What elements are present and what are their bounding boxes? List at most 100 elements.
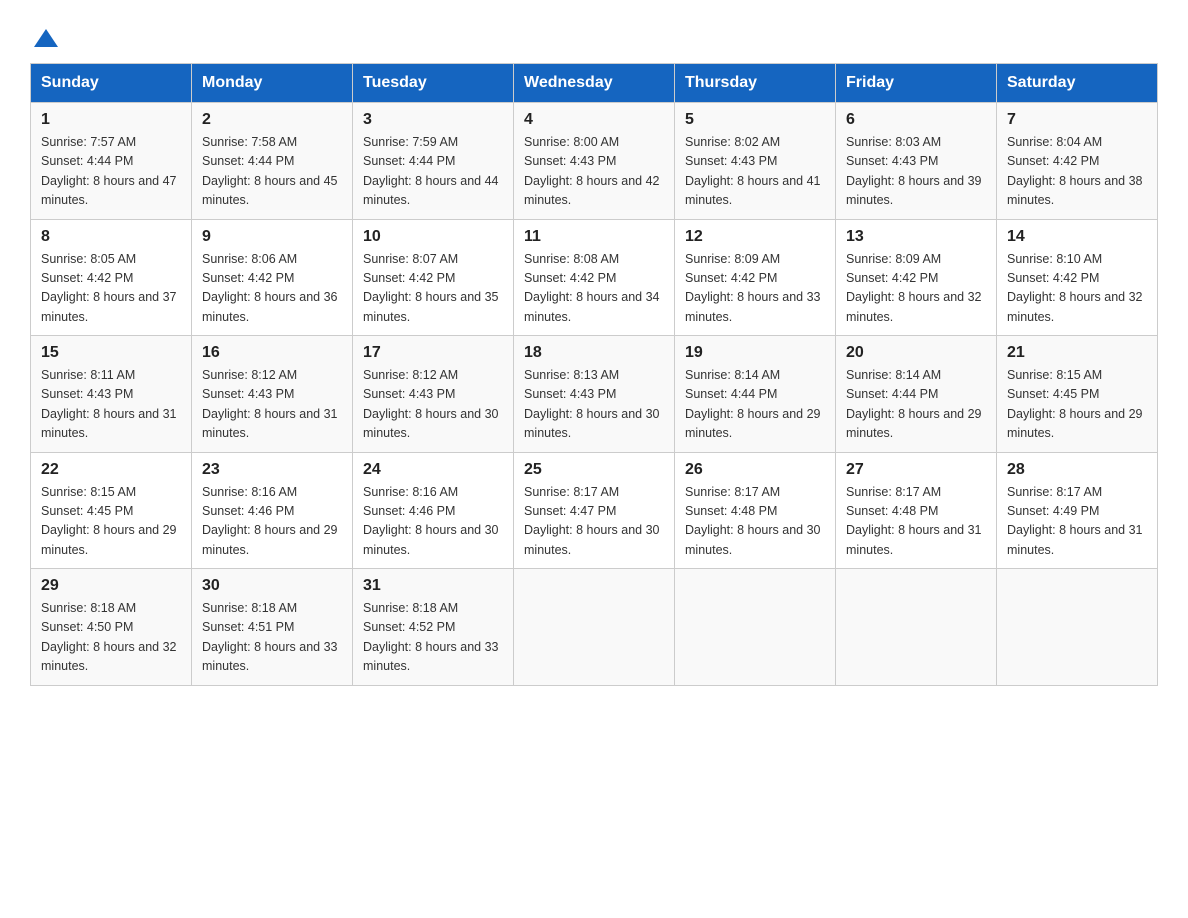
table-row: 22Sunrise: 8:15 AMSunset: 4:45 PMDayligh… bbox=[31, 452, 192, 569]
table-row: 10 Sunrise: 8:07 AMSunset: 4:42 PMDayligh… bbox=[353, 219, 514, 336]
table-row: 31 Sunrise: 8:18 AMSunset: 4:52 PMDayligh… bbox=[353, 569, 514, 686]
day-sun-info: Sunrise: 8:09 AMSunset: 4:42 PMDaylight:… bbox=[846, 250, 986, 328]
calendar-week-row: 15 Sunrise: 8:11 AMSunset: 4:43 PMDayligh… bbox=[31, 336, 1158, 453]
table-row: 24 Sunrise: 8:16 AMSunset: 4:46 PMDayligh… bbox=[353, 452, 514, 569]
logo-triangle-icon bbox=[32, 25, 60, 53]
calendar-week-row: 1 Sunrise: 7:57 AMSunset: 4:44 PMDaylight… bbox=[31, 103, 1158, 220]
day-sun-info: Sunrise: 8:09 AMSunset: 4:42 PMDaylight:… bbox=[685, 250, 825, 328]
day-number: 20 bbox=[846, 344, 986, 362]
table-row: 16 Sunrise: 8:12 AMSunset: 4:43 PMDayligh… bbox=[192, 336, 353, 453]
day-sun-info: Sunrise: 8:15 AMSunset: 4:45 PMDaylight:… bbox=[41, 483, 181, 561]
day-number: 29 bbox=[41, 577, 181, 595]
table-row: 13Sunrise: 8:09 AMSunset: 4:42 PMDayligh… bbox=[836, 219, 997, 336]
table-row: 12 Sunrise: 8:09 AMSunset: 4:42 PMDayligh… bbox=[675, 219, 836, 336]
calendar-week-row: 29 Sunrise: 8:18 AMSunset: 4:50 PMDayligh… bbox=[31, 569, 1158, 686]
table-row: 18 Sunrise: 8:13 AMSunset: 4:43 PMDayligh… bbox=[514, 336, 675, 453]
table-row: 5Sunrise: 8:02 AMSunset: 4:43 PMDaylight… bbox=[675, 103, 836, 220]
table-row bbox=[675, 569, 836, 686]
table-row: 29 Sunrise: 8:18 AMSunset: 4:50 PMDayligh… bbox=[31, 569, 192, 686]
table-row: 25 Sunrise: 8:17 AMSunset: 4:47 PMDayligh… bbox=[514, 452, 675, 569]
day-number: 30 bbox=[202, 577, 342, 595]
table-row bbox=[836, 569, 997, 686]
table-row: 28 Sunrise: 8:17 AMSunset: 4:49 PMDayligh… bbox=[997, 452, 1158, 569]
day-number: 8 bbox=[41, 228, 181, 246]
day-number: 24 bbox=[363, 461, 503, 479]
day-number: 5 bbox=[685, 111, 825, 129]
table-row: 8 Sunrise: 8:05 AMSunset: 4:42 PMDaylight… bbox=[31, 219, 192, 336]
day-number: 7 bbox=[1007, 111, 1147, 129]
day-number: 12 bbox=[685, 228, 825, 246]
calendar-week-row: 22Sunrise: 8:15 AMSunset: 4:45 PMDayligh… bbox=[31, 452, 1158, 569]
day-number: 4 bbox=[524, 111, 664, 129]
day-sun-info: Sunrise: 8:18 AMSunset: 4:52 PMDaylight:… bbox=[363, 599, 503, 677]
day-sun-info: Sunrise: 8:16 AMSunset: 4:46 PMDaylight:… bbox=[363, 483, 503, 561]
day-sun-info: Sunrise: 8:17 AMSunset: 4:48 PMDaylight:… bbox=[685, 483, 825, 561]
day-sun-info: Sunrise: 8:00 AMSunset: 4:43 PMDaylight:… bbox=[524, 133, 664, 211]
day-sun-info: Sunrise: 8:17 AMSunset: 4:48 PMDaylight:… bbox=[846, 483, 986, 561]
day-sun-info: Sunrise: 8:12 AMSunset: 4:43 PMDaylight:… bbox=[363, 366, 503, 444]
day-sun-info: Sunrise: 8:17 AMSunset: 4:47 PMDaylight:… bbox=[524, 483, 664, 561]
day-sun-info: Sunrise: 8:05 AMSunset: 4:42 PMDaylight:… bbox=[41, 250, 181, 328]
day-sun-info: Sunrise: 8:08 AMSunset: 4:42 PMDaylight:… bbox=[524, 250, 664, 328]
day-sun-info: Sunrise: 8:15 AMSunset: 4:45 PMDaylight:… bbox=[1007, 366, 1147, 444]
day-sun-info: Sunrise: 8:07 AMSunset: 4:42 PMDaylight:… bbox=[363, 250, 503, 328]
table-row: 14 Sunrise: 8:10 AMSunset: 4:42 PMDayligh… bbox=[997, 219, 1158, 336]
day-number: 1 bbox=[41, 111, 181, 129]
table-row bbox=[514, 569, 675, 686]
day-number: 15 bbox=[41, 344, 181, 362]
calendar-week-row: 8 Sunrise: 8:05 AMSunset: 4:42 PMDaylight… bbox=[31, 219, 1158, 336]
table-row: 17 Sunrise: 8:12 AMSunset: 4:43 PMDayligh… bbox=[353, 336, 514, 453]
weekday-header-row: Sunday Monday Tuesday Wednesday Thursday… bbox=[31, 64, 1158, 103]
header-thursday: Thursday bbox=[675, 64, 836, 103]
day-number: 23 bbox=[202, 461, 342, 479]
header-sunday: Sunday bbox=[31, 64, 192, 103]
day-number: 26 bbox=[685, 461, 825, 479]
day-sun-info: Sunrise: 8:04 AMSunset: 4:42 PMDaylight:… bbox=[1007, 133, 1147, 211]
day-sun-info: Sunrise: 8:13 AMSunset: 4:43 PMDaylight:… bbox=[524, 366, 664, 444]
day-sun-info: Sunrise: 8:10 AMSunset: 4:42 PMDaylight:… bbox=[1007, 250, 1147, 328]
day-sun-info: Sunrise: 7:57 AMSunset: 4:44 PMDaylight:… bbox=[41, 133, 181, 211]
day-sun-info: Sunrise: 8:03 AMSunset: 4:43 PMDaylight:… bbox=[846, 133, 986, 211]
day-number: 16 bbox=[202, 344, 342, 362]
day-sun-info: Sunrise: 8:14 AMSunset: 4:44 PMDaylight:… bbox=[846, 366, 986, 444]
table-row: 23 Sunrise: 8:16 AMSunset: 4:46 PMDayligh… bbox=[192, 452, 353, 569]
table-row: 21Sunrise: 8:15 AMSunset: 4:45 PMDayligh… bbox=[997, 336, 1158, 453]
day-number: 17 bbox=[363, 344, 503, 362]
day-sun-info: Sunrise: 8:12 AMSunset: 4:43 PMDaylight:… bbox=[202, 366, 342, 444]
day-sun-info: Sunrise: 8:18 AMSunset: 4:50 PMDaylight:… bbox=[41, 599, 181, 677]
day-sun-info: Sunrise: 7:59 AMSunset: 4:44 PMDaylight:… bbox=[363, 133, 503, 211]
logo bbox=[30, 20, 60, 53]
header-wednesday: Wednesday bbox=[514, 64, 675, 103]
table-row bbox=[997, 569, 1158, 686]
day-number: 25 bbox=[524, 461, 664, 479]
day-number: 31 bbox=[363, 577, 503, 595]
day-number: 19 bbox=[685, 344, 825, 362]
table-row: 9 Sunrise: 8:06 AMSunset: 4:42 PMDaylight… bbox=[192, 219, 353, 336]
day-sun-info: Sunrise: 8:11 AMSunset: 4:43 PMDaylight:… bbox=[41, 366, 181, 444]
table-row: 4 Sunrise: 8:00 AMSunset: 4:43 PMDaylight… bbox=[514, 103, 675, 220]
day-number: 28 bbox=[1007, 461, 1147, 479]
day-sun-info: Sunrise: 8:16 AMSunset: 4:46 PMDaylight:… bbox=[202, 483, 342, 561]
table-row: 11 Sunrise: 8:08 AMSunset: 4:42 PMDayligh… bbox=[514, 219, 675, 336]
header-friday: Friday bbox=[836, 64, 997, 103]
table-row: 15 Sunrise: 8:11 AMSunset: 4:43 PMDayligh… bbox=[31, 336, 192, 453]
table-row: 30Sunrise: 8:18 AMSunset: 4:51 PMDayligh… bbox=[192, 569, 353, 686]
page-header bbox=[30, 20, 1158, 53]
table-row: 19 Sunrise: 8:14 AMSunset: 4:44 PMDayligh… bbox=[675, 336, 836, 453]
day-sun-info: Sunrise: 7:58 AMSunset: 4:44 PMDaylight:… bbox=[202, 133, 342, 211]
day-number: 27 bbox=[846, 461, 986, 479]
day-number: 18 bbox=[524, 344, 664, 362]
day-number: 14 bbox=[1007, 228, 1147, 246]
day-number: 3 bbox=[363, 111, 503, 129]
day-number: 11 bbox=[524, 228, 664, 246]
day-number: 9 bbox=[202, 228, 342, 246]
day-sun-info: Sunrise: 8:14 AMSunset: 4:44 PMDaylight:… bbox=[685, 366, 825, 444]
day-sun-info: Sunrise: 8:17 AMSunset: 4:49 PMDaylight:… bbox=[1007, 483, 1147, 561]
day-number: 10 bbox=[363, 228, 503, 246]
day-number: 6 bbox=[846, 111, 986, 129]
table-row: 26 Sunrise: 8:17 AMSunset: 4:48 PMDayligh… bbox=[675, 452, 836, 569]
day-sun-info: Sunrise: 8:06 AMSunset: 4:42 PMDaylight:… bbox=[202, 250, 342, 328]
table-row: 27 Sunrise: 8:17 AMSunset: 4:48 PMDayligh… bbox=[836, 452, 997, 569]
table-row: 6 Sunrise: 8:03 AMSunset: 4:43 PMDaylight… bbox=[836, 103, 997, 220]
header-tuesday: Tuesday bbox=[353, 64, 514, 103]
